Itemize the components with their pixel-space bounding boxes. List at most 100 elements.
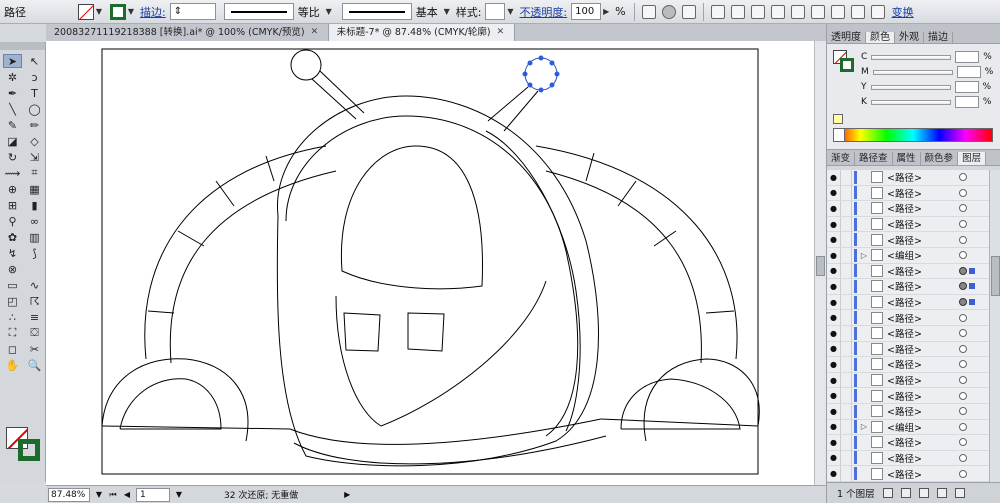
layer-row[interactable]: ● <路径> [827, 185, 989, 202]
layer-label[interactable]: <路径> [887, 186, 939, 200]
perspective-grid-tool-icon[interactable]: ▦ [25, 182, 44, 196]
magic-wand-tool-icon[interactable]: ✲ [3, 70, 22, 84]
scroll-thumb[interactable] [991, 256, 1000, 296]
eraser-tool-icon[interactable]: ◇ [25, 134, 44, 148]
layer-label[interactable]: <路径> [887, 201, 939, 215]
lock-toggle[interactable] [840, 170, 852, 185]
lock-toggle[interactable] [840, 388, 852, 404]
target-icon[interactable] [959, 391, 967, 400]
locate-object-icon[interactable] [882, 488, 893, 498]
zoom-tool-icon[interactable]: 🔍 [25, 358, 44, 372]
column-graph-tool-icon[interactable]: ▥ [25, 230, 44, 244]
target-icon[interactable] [959, 329, 967, 338]
stroke-dropdown-icon[interactable]: ▼ [126, 4, 136, 20]
layer-label[interactable]: <路径> [887, 217, 939, 231]
free-transform-tool-icon[interactable]: ⌗ [25, 166, 44, 180]
slider-track[interactable] [871, 54, 952, 60]
target-icon[interactable] [959, 344, 967, 353]
color-slider-y[interactable]: Y % [861, 81, 997, 93]
expand-triangle-icon[interactable]: ▷ [857, 251, 871, 260]
close-icon[interactable]: ✕ [497, 28, 506, 37]
target-icon[interactable] [959, 298, 967, 307]
page-dropdown-icon[interactable]: ▼ [174, 490, 184, 499]
align-center-icon[interactable] [730, 4, 745, 19]
profile-dropdown-icon[interactable]: ▼ [324, 4, 334, 20]
layer-label[interactable]: <编组> [887, 420, 939, 434]
visibility-eye-icon[interactable]: ● [827, 388, 840, 403]
channel-input[interactable] [954, 81, 979, 93]
tab-document-1[interactable]: 20083271119218388 [转换].ai* @ 100% (CMYK/… [46, 24, 329, 41]
pathfinder-shortcut-icon[interactable]: ⊗ [3, 262, 22, 276]
make-clipping-mask-icon[interactable] [900, 488, 911, 498]
layer-row[interactable]: ● ▷ <编组> [827, 247, 989, 264]
isolate-icon[interactable] [661, 4, 676, 19]
selection-indicator[interactable] [969, 267, 975, 274]
eyedropper-tool-icon[interactable]: ⚲ [3, 214, 22, 228]
layer-row[interactable]: ● <路径> [827, 325, 989, 342]
align-right-icon[interactable] [750, 4, 765, 19]
tab-stroke[interactable]: 描边 [924, 32, 953, 43]
visibility-eye-icon[interactable]: ● [827, 201, 840, 216]
tab-gradient[interactable]: 渐变 [827, 152, 856, 165]
symbol-sprayer-tool-icon[interactable]: ✿ [3, 230, 22, 244]
first-page-icon[interactable]: ⏮ [108, 490, 118, 500]
variable-width-profile[interactable] [223, 3, 294, 20]
lock-toggle[interactable] [840, 356, 852, 372]
layer-label[interactable]: <路径> [887, 342, 939, 356]
layers-scrollbar[interactable] [989, 170, 1000, 482]
lock-toggle[interactable] [840, 419, 852, 435]
selection-tool-icon[interactable]: ➤ [3, 54, 22, 68]
knife-tool-icon[interactable]: ✂ [25, 342, 44, 356]
slider-track[interactable] [870, 99, 951, 105]
lock-toggle[interactable] [840, 200, 852, 216]
pencil-tool-icon[interactable]: ✏ [25, 118, 44, 132]
tab-document-2[interactable]: 未标题-7* @ 87.48% (CMYK/轮廓) ✕ [328, 24, 515, 41]
layer-label[interactable]: <路径> [887, 435, 939, 449]
zoom-dropdown-icon[interactable]: ▼ [94, 490, 104, 499]
slice-tool-icon[interactable]: ⟆ [25, 246, 44, 260]
layer-row[interactable]: ● <路径> [827, 170, 989, 186]
stroke-weight-input[interactable]: ⇕ [169, 3, 216, 20]
layer-label[interactable]: <路径> [887, 233, 939, 247]
channel-input[interactable] [955, 51, 980, 63]
layer-row[interactable]: ● <路径> [827, 403, 989, 420]
target-icon[interactable] [959, 360, 967, 369]
layer-label[interactable]: <路径> [887, 389, 939, 403]
visibility-eye-icon[interactable]: ● [827, 279, 840, 294]
layer-row[interactable]: ● <路径> [827, 294, 989, 311]
lock-toggle[interactable] [840, 450, 852, 466]
lock-toggle[interactable] [840, 434, 852, 450]
visibility-eye-icon[interactable]: ● [827, 217, 840, 232]
layer-row[interactable]: ● <路径> [827, 372, 989, 389]
lock-toggle[interactable] [840, 232, 852, 248]
lock-toggle[interactable] [840, 185, 852, 201]
visibility-eye-icon[interactable]: ● [827, 263, 840, 278]
layer-row[interactable]: ● <路径> [827, 216, 989, 233]
expand-triangle-icon[interactable]: ▷ [857, 422, 871, 431]
lock-toggle[interactable] [840, 341, 852, 357]
stroke-color-icon[interactable] [18, 439, 40, 461]
color-spectrum-bar[interactable] [833, 128, 993, 142]
target-icon[interactable] [959, 235, 967, 244]
rotate-tool-icon[interactable]: ↻ [3, 150, 22, 164]
stroke-swatch[interactable] [110, 3, 126, 20]
selection-indicator[interactable] [969, 283, 975, 290]
align-top-icon[interactable] [770, 4, 785, 19]
zoom-field[interactable]: 87.48% [48, 487, 90, 502]
target-icon[interactable] [959, 251, 967, 260]
visibility-eye-icon[interactable]: ● [827, 248, 840, 263]
align-left-icon[interactable] [710, 4, 725, 19]
ellipse-tool-icon[interactable]: ◯ [25, 102, 44, 116]
distribute-top-icon[interactable] [830, 4, 845, 19]
page-number-field[interactable]: 1 [136, 487, 170, 502]
align-bottom-icon[interactable] [810, 4, 825, 19]
layer-row[interactable]: ● <路径> [827, 200, 989, 217]
visibility-eye-icon[interactable]: ● [827, 326, 840, 341]
wave-icon[interactable]: ∿ [25, 278, 44, 292]
recolor-artwork-icon[interactable] [641, 4, 656, 19]
blob-brush-tool-icon[interactable]: ◪ [3, 134, 22, 148]
lock-toggle[interactable] [840, 294, 852, 310]
visibility-eye-icon[interactable]: ● [827, 435, 840, 450]
layer-row[interactable]: ● <路径> [827, 232, 989, 248]
stroke-panel-link[interactable]: 描边: [136, 4, 170, 20]
